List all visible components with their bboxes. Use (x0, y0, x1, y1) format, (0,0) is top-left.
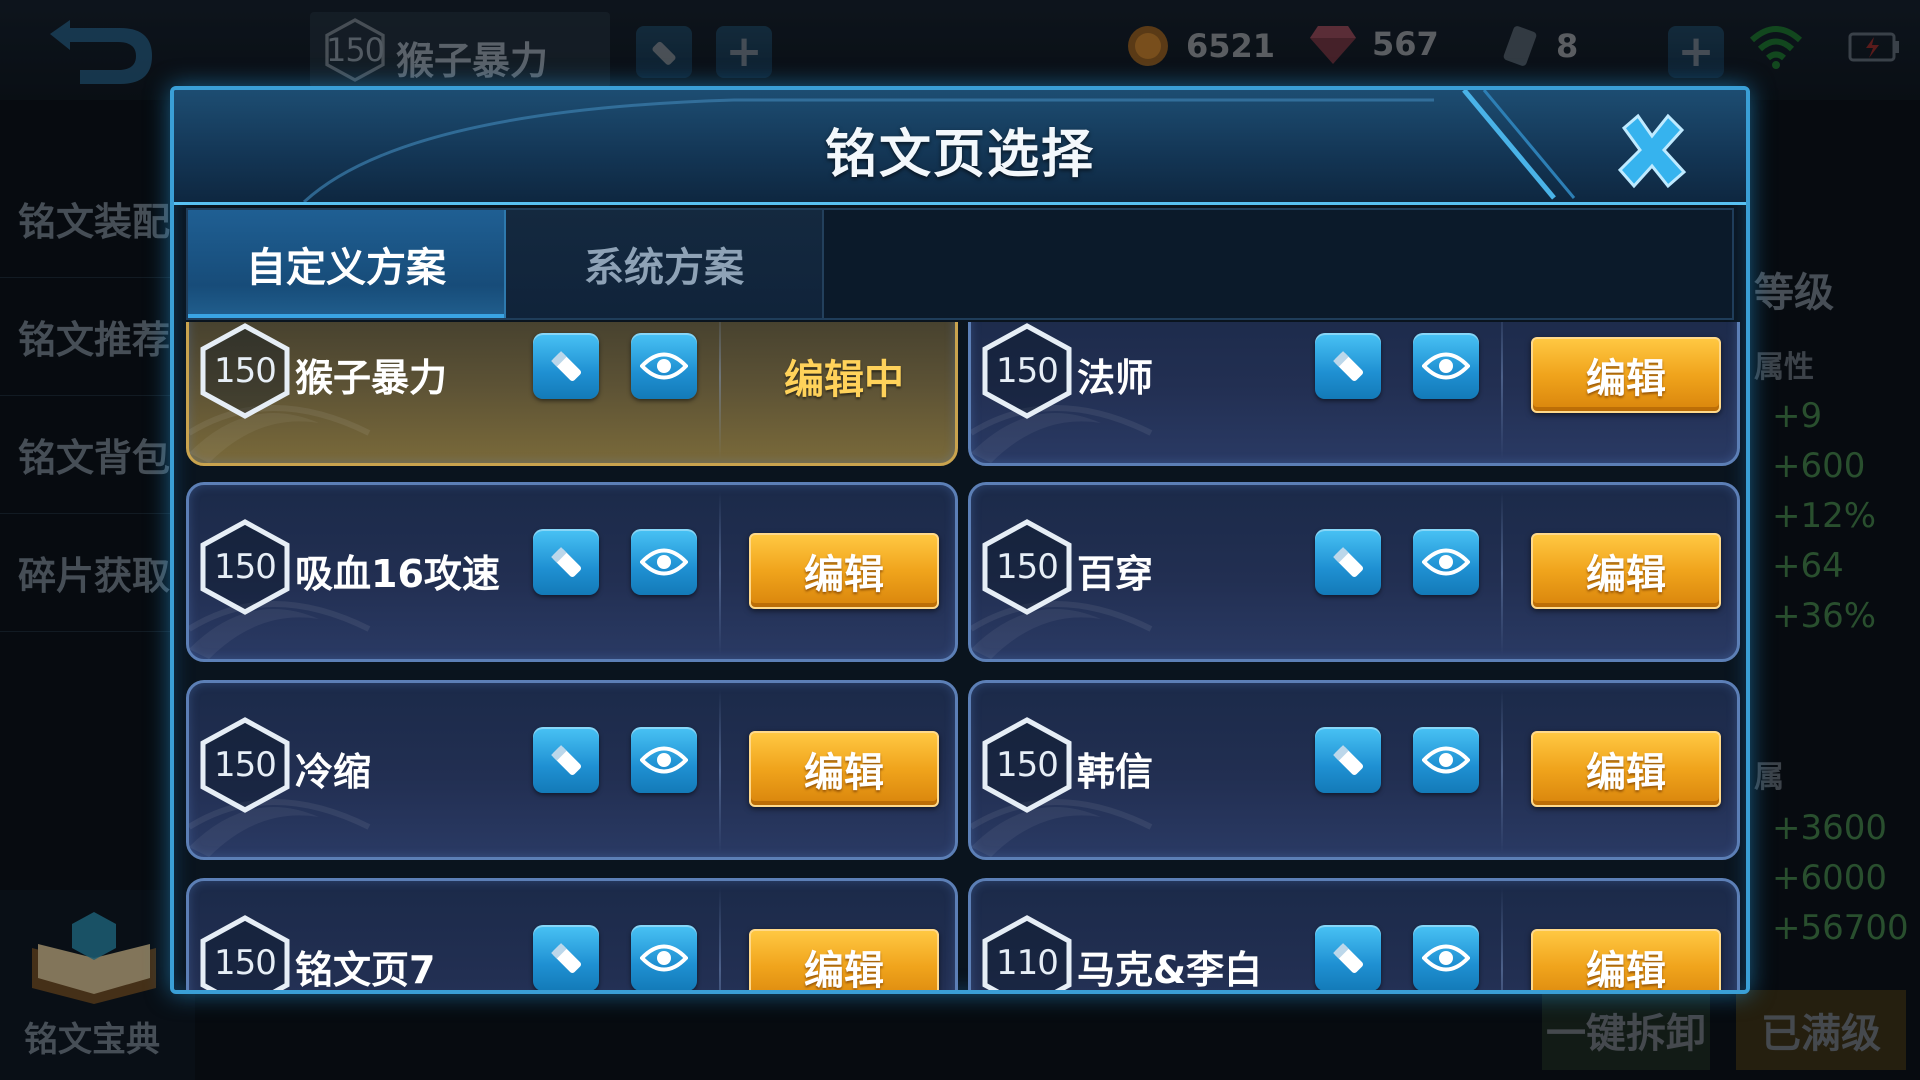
rune-page-card[interactable]: 150 百穿 编辑 (968, 482, 1740, 662)
eye-icon (1422, 548, 1470, 576)
view-button[interactable] (1413, 925, 1479, 990)
view-button[interactable] (1413, 529, 1479, 595)
card-divider (719, 887, 721, 990)
card-divider (1501, 491, 1503, 655)
hexagon-level-icon: 150 (199, 323, 291, 419)
pencil-icon (551, 547, 582, 578)
page-level: 150 (214, 547, 277, 587)
pencil-icon (551, 351, 582, 382)
hexagon-level-icon: 150 (981, 519, 1073, 615)
card-divider (719, 491, 721, 655)
rename-button[interactable] (533, 529, 599, 595)
page-name: 马克&李白 (1077, 948, 1263, 992)
rune-page-card[interactable]: 150 法师 编辑 (968, 322, 1740, 466)
edit-button[interactable]: 编辑 (1531, 337, 1721, 413)
hexagon-level-icon: 150 (981, 323, 1073, 419)
page-name: 猴子暴力 (295, 356, 448, 400)
page-name: 吸血16攻速 (295, 552, 500, 596)
view-button[interactable] (1413, 727, 1479, 793)
rune-page-list[interactable]: 150 猴子暴力 编辑中 150 法师 编辑 150 吸血16攻速 编辑 150… (174, 322, 1746, 992)
rename-button[interactable] (1315, 727, 1381, 793)
rune-page-card[interactable]: 110 马克&李白 编辑 (968, 878, 1740, 992)
rename-button[interactable] (533, 925, 599, 990)
close-button[interactable] (1610, 108, 1694, 192)
hexagon-level-icon: 150 (981, 717, 1073, 813)
edit-button[interactable]: 编辑 (749, 731, 939, 807)
pencil-icon (1333, 547, 1364, 578)
scheme-tabs: 自定义方案 系统方案 (186, 208, 1734, 320)
card-divider (1501, 689, 1503, 853)
eye-icon (1422, 944, 1470, 972)
page-level: 150 (214, 943, 277, 983)
page-level: 150 (996, 547, 1059, 587)
eye-icon (1422, 746, 1470, 774)
view-button[interactable] (631, 727, 697, 793)
eye-icon (640, 746, 688, 774)
page-level: 150 (996, 745, 1059, 785)
edit-button[interactable]: 编辑 (1531, 929, 1721, 990)
view-button[interactable] (631, 925, 697, 990)
page-name: 百穿 (1077, 552, 1154, 596)
rename-button[interactable] (533, 333, 599, 399)
close-x-icon (1617, 113, 1687, 189)
hexagon-level-icon: 110 (981, 915, 1073, 990)
card-divider (1501, 887, 1503, 990)
pencil-icon (551, 745, 582, 776)
rune-page-card[interactable]: 150 韩信 编辑 (968, 680, 1740, 860)
pencil-icon (551, 943, 582, 974)
rename-button[interactable] (1315, 925, 1381, 990)
card-divider (1501, 322, 1503, 459)
rename-button[interactable] (533, 727, 599, 793)
view-button[interactable] (1413, 333, 1479, 399)
tab-system-scheme[interactable]: 系统方案 (506, 210, 824, 318)
page-name: 铭文页7 (295, 948, 436, 992)
edit-button[interactable]: 编辑 (1531, 731, 1721, 807)
edit-button[interactable]: 编辑 (1531, 533, 1721, 609)
eye-icon (640, 548, 688, 576)
dialog-header: 铭文页选择 (174, 90, 1746, 205)
pencil-icon (1333, 351, 1364, 382)
page-level: 110 (996, 943, 1059, 983)
editing-status: 编辑中 (784, 357, 904, 403)
page-name: 冷缩 (295, 750, 372, 794)
rename-button[interactable] (1315, 529, 1381, 595)
hexagon-level-icon: 150 (199, 519, 291, 615)
hexagon-level-icon: 150 (199, 717, 291, 813)
page-level: 150 (214, 745, 277, 785)
page-name: 法师 (1077, 356, 1154, 400)
pencil-icon (1333, 745, 1364, 776)
card-divider (719, 322, 721, 459)
page-name: 韩信 (1077, 750, 1154, 794)
rune-page-card[interactable]: 150 吸血16攻速 编辑 (186, 482, 958, 662)
page-level: 150 (214, 351, 277, 391)
view-button[interactable] (631, 333, 697, 399)
view-button[interactable] (631, 529, 697, 595)
tab-custom-scheme[interactable]: 自定义方案 (188, 210, 506, 318)
eye-icon (1422, 352, 1470, 380)
eye-icon (640, 944, 688, 972)
pencil-icon (1333, 943, 1364, 974)
card-divider (719, 689, 721, 853)
page-level: 150 (996, 351, 1059, 391)
rune-page-card[interactable]: 150 猴子暴力 编辑中 (186, 322, 958, 466)
edit-button[interactable]: 编辑 (749, 929, 939, 990)
hexagon-level-icon: 150 (199, 915, 291, 990)
dialog-title: 铭文页选择 (824, 125, 1095, 185)
edit-button[interactable]: 编辑 (749, 533, 939, 609)
rune-page-select-dialog: 铭文页选择 自定义方案 系统方案 150 猴子暴力 编辑中 150 法师 编辑 … (170, 86, 1750, 994)
rune-page-card[interactable]: 150 冷缩 编辑 (186, 680, 958, 860)
rune-page-card[interactable]: 150 铭文页7 编辑 (186, 878, 958, 992)
eye-icon (640, 352, 688, 380)
rename-button[interactable] (1315, 333, 1381, 399)
